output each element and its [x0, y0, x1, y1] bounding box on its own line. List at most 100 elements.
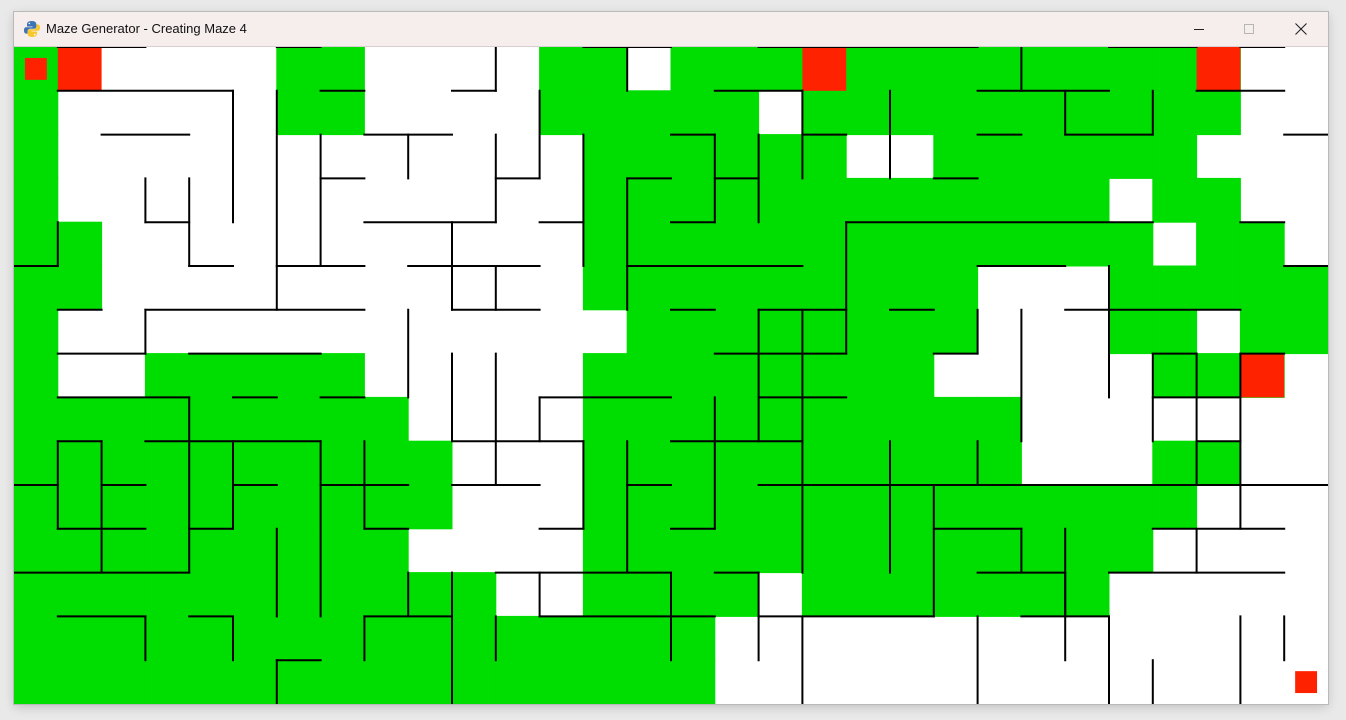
visited-cell	[714, 134, 760, 179]
visited-cell	[845, 572, 891, 617]
visited-cell	[276, 572, 322, 617]
visited-cell	[451, 615, 497, 661]
visited-cell	[276, 659, 322, 704]
visited-cell	[320, 90, 365, 136]
visited-cell	[933, 309, 979, 355]
visited-cell	[320, 440, 365, 486]
visited-cell	[626, 440, 672, 486]
visited-cell	[670, 484, 716, 530]
visited-cell	[758, 134, 803, 179]
visited-cell	[845, 265, 891, 311]
visited-cell	[714, 47, 760, 92]
visited-cell	[14, 265, 59, 311]
visited-cell	[14, 396, 59, 442]
visited-cell	[670, 265, 716, 311]
visited-cell	[144, 396, 190, 442]
visited-cell	[407, 572, 453, 617]
visited-cell	[801, 90, 847, 136]
visited-cell	[1020, 572, 1066, 617]
visited-cell	[14, 615, 59, 661]
visited-cell	[363, 484, 409, 530]
visited-cell	[57, 221, 103, 267]
visited-cell	[1020, 528, 1066, 574]
visited-cell	[276, 353, 322, 398]
visited-cell	[933, 134, 979, 179]
visited-cell	[670, 615, 716, 661]
visited-cell	[758, 177, 803, 223]
visited-cell	[977, 440, 1022, 486]
visited-cell	[714, 177, 760, 223]
visited-cell	[320, 396, 365, 442]
visited-cell	[232, 615, 278, 661]
visited-cell	[232, 659, 278, 704]
visited-cell	[889, 47, 935, 92]
visited-cell	[889, 572, 935, 617]
title-bar[interactable]: Maze Generator - Creating Maze 4	[14, 12, 1328, 47]
visited-cell	[144, 572, 190, 617]
visited-cell	[188, 659, 234, 704]
visited-cell	[1239, 221, 1285, 267]
visited-cell	[977, 47, 1022, 92]
visited-cell	[539, 659, 584, 704]
visited-cell	[758, 353, 803, 398]
visited-cell	[1020, 484, 1066, 530]
visited-cell	[670, 528, 716, 574]
visited-cell	[889, 221, 935, 267]
visited-cell	[1283, 265, 1328, 311]
visited-cell	[714, 572, 760, 617]
visited-cell	[889, 309, 935, 355]
visited-cell	[582, 659, 628, 704]
visited-cell	[977, 221, 1022, 267]
visited-cell	[758, 47, 803, 92]
maze-grid	[14, 47, 1328, 704]
visited-cell	[1196, 265, 1241, 311]
close-button[interactable]	[1276, 12, 1326, 46]
end-marker	[1295, 671, 1318, 694]
visited-cell	[407, 484, 453, 530]
visited-cell	[670, 221, 716, 267]
visited-cell	[14, 484, 59, 530]
visited-cell	[1239, 265, 1285, 311]
visited-cell	[14, 90, 59, 136]
visited-cell	[232, 484, 278, 530]
visited-cell	[57, 615, 103, 661]
close-icon	[1295, 23, 1307, 35]
visited-cell	[758, 528, 803, 574]
visited-cell	[1108, 528, 1154, 574]
visited-cell	[801, 177, 847, 223]
visited-cell	[714, 353, 760, 398]
visited-cell	[101, 659, 146, 704]
visited-cell	[144, 659, 190, 704]
visited-cell	[714, 484, 760, 530]
maximize-button[interactable]	[1224, 12, 1274, 46]
visited-cell	[714, 309, 760, 355]
visited-cell	[889, 90, 935, 136]
visited-cell	[144, 440, 190, 486]
visited-cell	[1196, 353, 1241, 398]
visited-cell	[407, 615, 453, 661]
current-cell-marker	[1196, 47, 1241, 91]
visited-cell	[889, 265, 935, 311]
visited-cell	[670, 309, 716, 355]
visited-cell	[933, 572, 979, 617]
minimize-icon	[1194, 29, 1204, 30]
visited-cell	[801, 396, 847, 442]
visited-cell	[101, 528, 146, 574]
visited-cell	[363, 572, 409, 617]
visited-cell	[320, 659, 365, 704]
visited-cell	[670, 47, 716, 92]
visited-cell	[801, 528, 847, 574]
visited-cell	[977, 484, 1022, 530]
visited-cell	[670, 440, 716, 486]
visited-cell	[1108, 221, 1154, 267]
visited-cell	[14, 309, 59, 355]
minimize-button[interactable]	[1174, 12, 1224, 46]
start-marker	[24, 57, 47, 80]
visited-cell	[276, 90, 322, 136]
visited-cell	[582, 221, 628, 267]
visited-cell	[276, 396, 322, 442]
visited-cell	[1152, 484, 1198, 530]
visited-cell	[188, 396, 234, 442]
visited-cell	[1108, 265, 1154, 311]
visited-cell	[363, 659, 409, 704]
